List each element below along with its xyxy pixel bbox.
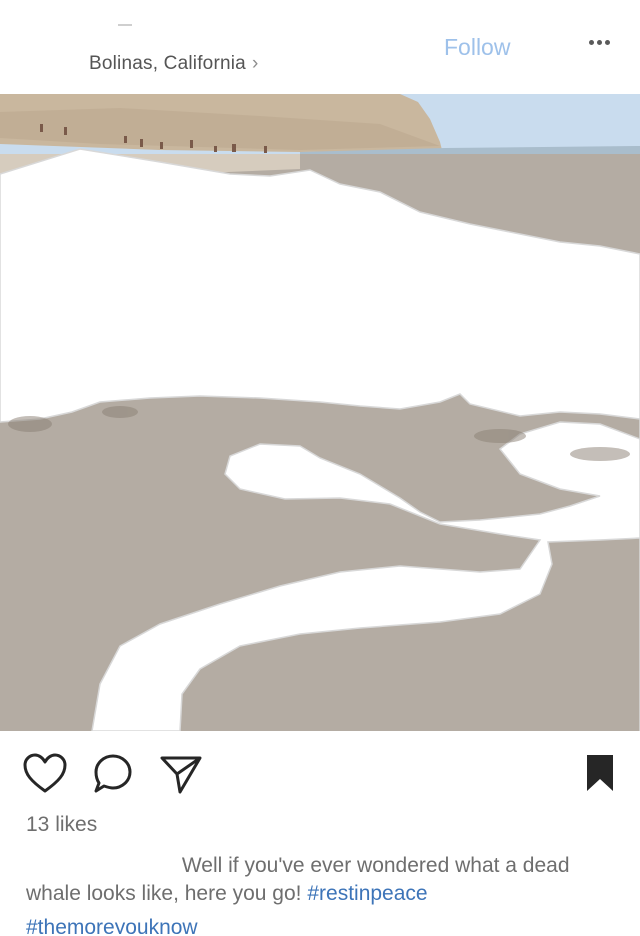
caption-text: Well if you've ever wondered what a dead…: [26, 854, 570, 905]
post-actions: [0, 731, 640, 811]
comment-icon[interactable]: [92, 753, 134, 800]
send-icon[interactable]: [160, 753, 202, 800]
likes-count[interactable]: 13 likes: [26, 813, 97, 837]
hashtag-link[interactable]: #themoreyouknow: [26, 914, 198, 934]
post-photo[interactable]: [0, 94, 640, 731]
more-options-icon[interactable]: [589, 34, 615, 58]
chevron-right-icon: ›: [251, 53, 259, 74]
heart-icon[interactable]: [23, 753, 67, 800]
post-header: Bolinas, California › Follow: [0, 0, 640, 94]
location-link[interactable]: Bolinas, California ›: [89, 53, 258, 75]
follow-button[interactable]: Follow: [444, 34, 510, 61]
username-redacted: [118, 12, 138, 26]
hashtag-link[interactable]: #restinpeace: [307, 882, 427, 905]
bookmark-icon[interactable]: [584, 753, 616, 798]
location-label: Bolinas, California: [89, 53, 246, 74]
post-caption: Well if you've ever wondered what a dead…: [26, 852, 616, 936]
